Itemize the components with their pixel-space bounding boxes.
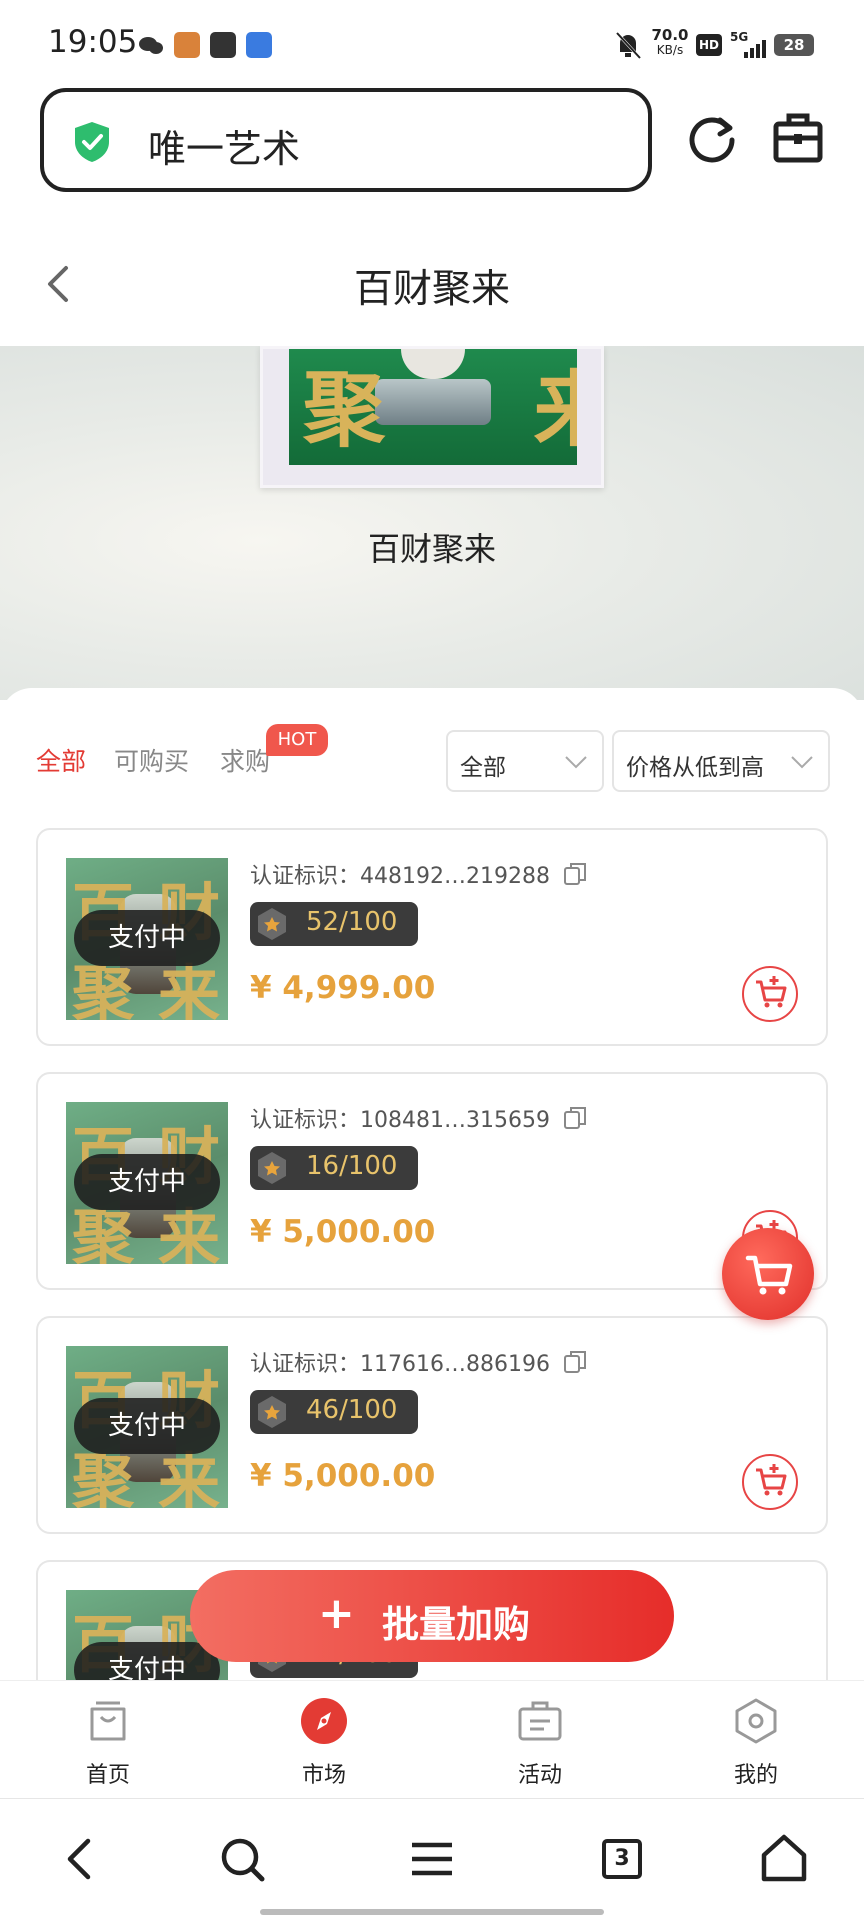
status-badge: 支付中 [74, 1154, 220, 1210]
tab-profile[interactable]: 我的 [648, 1681, 864, 1799]
star-hexagon-icon [254, 906, 290, 942]
copy-icon[interactable] [563, 861, 587, 893]
system-navigation-bar: 3 [0, 1798, 864, 1920]
wechat-icon [138, 32, 164, 58]
serial-number-badge: 46/100 [250, 1390, 418, 1434]
shield-check-icon [72, 120, 112, 168]
net-speed: 70.0 KB/s [651, 26, 689, 58]
page-title: 百财聚来 [353, 267, 510, 312]
listing-card[interactable]: 百 财 聚 来 支付中 认证标识：108481…315659 16/100 ¥ … [36, 1072, 828, 1290]
listing-card[interactable]: 百 财 聚 来 支付中 认证标识：448192…219288 52/100 ¥ … [36, 828, 828, 1046]
serial-number-badge: 52/100 [250, 902, 418, 946]
reload-icon[interactable] [684, 112, 740, 168]
collection-name: 百财聚来 [367, 530, 496, 568]
plus-icon: + [318, 1588, 355, 1639]
status-badge: 支付中 [74, 910, 220, 966]
add-to-cart-icon[interactable] [742, 1454, 798, 1510]
hd-badge: HD [696, 34, 722, 56]
game-app-icon [174, 32, 200, 58]
url-text: 唯一艺术 [148, 127, 301, 171]
star-hexagon-icon [254, 1394, 290, 1430]
battery-indicator: 28 [774, 34, 814, 56]
cert-id: 认证标识：117616…886196 [250, 1346, 587, 1381]
listing-card[interactable]: 百 财 聚 来 支付中 认证标识：117616…886196 46/100 ¥ … [36, 1316, 828, 1534]
star-hexagon-icon [254, 1150, 290, 1186]
nav-menu-icon[interactable] [402, 1829, 462, 1889]
sort-dropdown[interactable]: 价格从低到高 [612, 730, 830, 792]
nav-home-icon[interactable] [754, 1829, 814, 1889]
cart-icon [745, 1255, 793, 1295]
compass-icon [300, 1697, 348, 1745]
chevron-down-icon [564, 750, 588, 776]
url-bar[interactable]: 唯一艺术 [40, 88, 652, 192]
listing-price: ¥ 5,000.00 [250, 1214, 436, 1250]
tab-all[interactable]: 全部 [36, 742, 86, 778]
serial-number-badge: 16/100 [250, 1146, 418, 1190]
home-indicator [260, 1909, 604, 1915]
type-filter-dropdown[interactable]: 全部 [446, 730, 604, 792]
nav-search-icon[interactable] [212, 1829, 272, 1889]
status-bar: 19:05 70.0 KB/s HD 5G 28 [0, 0, 864, 80]
collection-image-frame[interactable]: 聚 来 [260, 346, 604, 488]
tab-buyable[interactable]: 可购买 [114, 742, 189, 778]
batch-add-to-cart-button[interactable]: + 批量加购 [190, 1570, 674, 1662]
hot-badge: HOT [266, 724, 328, 756]
tab-wanted[interactable]: 求购 [220, 742, 270, 778]
listing-price: ¥ 5,000.00 [250, 1458, 436, 1494]
copy-icon[interactable] [563, 1105, 587, 1137]
listing-price: ¥ 4,999.00 [250, 970, 436, 1006]
tab-home[interactable]: 首页 [0, 1681, 216, 1799]
listing-thumbnail: 百 财 聚 来 支付中 [66, 1102, 228, 1264]
add-to-cart-icon[interactable] [742, 966, 798, 1022]
collection-image: 聚 来 [289, 349, 577, 465]
mute-bell-icon [614, 30, 642, 64]
hexagon-icon [732, 1697, 780, 1745]
floating-cart-button[interactable] [722, 1228, 814, 1320]
listing-thumbnail: 百 财 聚 来 支付中 [66, 1346, 228, 1508]
banner-calligraphy: 聚 来 [303, 363, 577, 458]
signal-indicator: 5G [730, 30, 770, 60]
cert-id: 认证标识：108481…315659 [250, 1102, 587, 1137]
bottom-tab-bar: 首页 市场 活动 我的 [0, 1680, 864, 1798]
chevron-down-icon [790, 750, 814, 776]
bag-icon [84, 1697, 132, 1745]
briefcase-icon [516, 1697, 564, 1745]
cert-id: 认证标识：448192…219288 [250, 858, 587, 893]
tab-activity[interactable]: 活动 [432, 1681, 648, 1799]
nav-back-icon[interactable] [50, 1829, 110, 1889]
page-header: 百财聚来 [0, 220, 864, 346]
collection-banner: 聚 来 百财聚来 [0, 346, 864, 700]
tabs-count-icon: 3 [602, 1839, 642, 1879]
toolbox-icon[interactable] [772, 110, 824, 166]
status-badge: 支付中 [74, 1398, 220, 1454]
nav-tabs-button[interactable]: 3 [592, 1829, 652, 1889]
status-time: 19:05 [48, 24, 138, 60]
tab-market[interactable]: 市场 [216, 1681, 432, 1799]
copy-icon[interactable] [563, 1349, 587, 1381]
message-app-icon [210, 32, 236, 58]
listing-thumbnail: 百 财 聚 来 支付中 [66, 858, 228, 1020]
market-list-panel: 全部 可购买 求购 HOT 全部 价格从低到高 百 财 聚 来 支付中 认证标识… [0, 688, 864, 1688]
status-badge: 支付中 [74, 1642, 220, 1680]
store-app-icon [246, 32, 272, 58]
